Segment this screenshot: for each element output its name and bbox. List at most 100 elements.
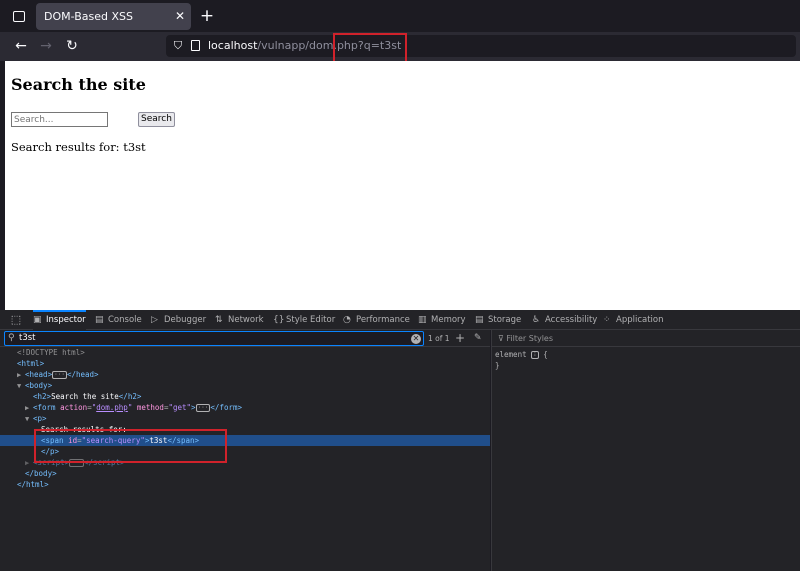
rules-panel: ⊽ Filter Styles element ⁞ { } <box>491 330 800 571</box>
search-button[interactable]: Search <box>138 112 175 127</box>
tag-name: h2 <box>37 392 47 401</box>
tab-list-button[interactable] <box>8 6 30 26</box>
tab-network[interactable]: ⇅ Network <box>215 310 264 330</box>
tab-list-icon <box>13 11 25 22</box>
attr-name: action <box>60 403 88 412</box>
tree-node-html[interactable]: <html> <box>0 358 490 369</box>
attr-value-link[interactable]: dom.php <box>96 403 128 412</box>
clear-search-icon[interactable]: ✕ <box>411 334 421 344</box>
rule-selector: element <box>495 350 527 359</box>
tag-name: h2 <box>127 392 137 401</box>
tree-node-body[interactable]: ▼ <body> <box>0 380 490 391</box>
search-query-text: t3st <box>19 333 36 343</box>
debugger-icon: ▷ <box>151 315 158 325</box>
tag-name: form <box>219 403 238 412</box>
forward-arrow-icon: → <box>40 38 52 54</box>
tab-label: Network <box>228 315 264 325</box>
back-button[interactable]: ← <box>11 36 31 56</box>
address-bar[interactable]: ⛉ localhost/vulnapp/dom.php?q=t3st <box>166 35 796 57</box>
span-highlight-annotation <box>34 429 227 463</box>
tab-console[interactable]: ▤ Console <box>95 310 142 330</box>
tab-inspector[interactable]: ▣ Inspector <box>33 310 86 330</box>
tab-label: Memory <box>431 315 466 325</box>
attr-value: "get" <box>168 403 192 412</box>
tab-style-editor[interactable]: {} Style Editor <box>273 310 335 330</box>
page-info-icon[interactable] <box>190 39 202 53</box>
eyedropper-icon[interactable]: ✎ <box>474 330 482 347</box>
tag-name: p <box>37 414 43 423</box>
tag-name: body <box>34 469 53 478</box>
tag-name: html <box>21 359 40 368</box>
markup-search-bar: ⚲ t3st ✕ 1 of 1 + ✎ <box>0 330 490 347</box>
console-icon: ▤ <box>95 315 104 325</box>
performance-icon: ◔ <box>343 315 351 325</box>
add-node-icon[interactable]: + <box>455 330 465 347</box>
storage-icon: ▤ <box>475 315 484 325</box>
tag-name: head <box>29 370 48 379</box>
application-icon: ⁘ <box>603 315 611 325</box>
element-picker-icon[interactable]: ⬚ <box>8 313 24 327</box>
reload-icon: ↻ <box>66 38 78 54</box>
search-input[interactable] <box>11 112 108 127</box>
search-icon: ⚲ <box>8 333 15 343</box>
close-tab-icon[interactable]: ✕ <box>175 3 185 30</box>
reload-button[interactable]: ↻ <box>62 36 82 56</box>
markup-tree: <!DOCTYPE html> <html> ▶ <head> ··· </head>… <box>0 347 490 490</box>
markup-search-input[interactable]: ⚲ t3st ✕ <box>4 331 424 346</box>
tag-name: form <box>37 403 56 412</box>
search-result-count: 1 of 1 <box>428 334 450 343</box>
network-icon: ⇅ <box>215 315 223 325</box>
tree-node-form[interactable]: ▶ <form action="dom.php" method="get"> ···… <box>0 402 490 413</box>
doctype-text: <!DOCTYPE html> <box>17 348 85 357</box>
url-host: localhost <box>208 39 258 52</box>
tree-node-html-close[interactable]: </html> <box>0 479 490 490</box>
tab-accessibility[interactable]: ♿ Accessibility <box>532 310 597 330</box>
tab-performance[interactable]: ◔ Performance <box>343 310 410 330</box>
filter-placeholder: Filter Styles <box>506 334 554 343</box>
rule-open-brace: { <box>543 350 548 359</box>
memory-icon: ▥ <box>418 315 427 325</box>
tab-debugger[interactable]: ▷ Debugger <box>151 310 206 330</box>
tag-name: body <box>29 381 48 390</box>
tab-label: Application <box>616 315 664 325</box>
rules-list: element ⁞ { } <box>495 349 548 371</box>
shield-icon[interactable]: ⛉ <box>172 39 184 53</box>
attr-name: method <box>136 403 164 412</box>
node-text: Search the site <box>51 392 119 401</box>
accessibility-icon: ♿ <box>532 315 541 325</box>
tab-label: Style Editor <box>286 315 336 325</box>
forward-button[interactable]: → <box>36 36 56 56</box>
new-tab-button[interactable]: + <box>198 4 216 28</box>
tab-label: Performance <box>356 315 410 325</box>
page-heading: Search the site <box>11 75 146 94</box>
search-results-text: Search results for: t3st <box>11 140 146 154</box>
tag-name: head <box>75 370 95 379</box>
tab-memory[interactable]: ▥ Memory <box>418 310 466 330</box>
tag-name: html <box>26 480 45 489</box>
rule-source-icon[interactable]: ⁞ <box>531 351 539 359</box>
rule-element[interactable]: element ⁞ { <box>495 349 548 360</box>
collapsed-ellipsis-icon[interactable]: ··· <box>195 404 211 412</box>
style-editor-icon: {} <box>273 315 285 325</box>
tab-label: Accessibility <box>545 315 598 325</box>
tab-storage[interactable]: ▤ Storage <box>475 310 521 330</box>
tree-node-doctype[interactable]: <!DOCTYPE html> <box>0 347 490 358</box>
back-arrow-icon: ← <box>15 38 27 54</box>
url-highlight-annotation <box>333 33 407 64</box>
tab-label: Debugger <box>164 315 207 325</box>
tree-node-head[interactable]: ▶ <head> ··· </head> <box>0 369 490 380</box>
tab-application[interactable]: ⁘ Application <box>603 310 664 330</box>
tab-strip: DOM-Based XSS Challenge ✕ + <box>0 0 800 50</box>
tree-node-body-close[interactable]: </body> <box>0 468 490 479</box>
tree-node-p[interactable]: ▼ <p> <box>0 413 490 424</box>
collapsed-ellipsis-icon[interactable]: ··· <box>52 371 67 379</box>
devtools-toolbar: ⬚ ▣ Inspector ▤ Console ▷ Debugger ⇅ Network… <box>0 310 800 330</box>
tab-label: Console <box>108 315 142 325</box>
inspector-icon: ▣ <box>33 315 42 325</box>
browser-tab[interactable]: DOM-Based XSS Challenge ✕ <box>36 3 191 50</box>
filter-styles-input[interactable]: ⊽ Filter Styles <box>492 330 800 347</box>
tab-label: Storage <box>488 315 522 325</box>
tab-label: Inspector <box>46 315 86 325</box>
tree-node-h2[interactable]: <h2>Search the site</h2> <box>0 391 490 402</box>
page-viewport: Search the site Search Search results fo… <box>5 61 800 310</box>
